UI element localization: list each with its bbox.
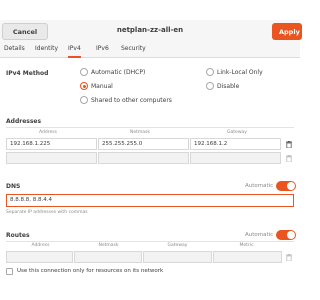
route-metric-input[interactable] — [213, 251, 282, 263]
routes-automatic-label: Automatic — [245, 232, 274, 238]
delete-route-icon — [286, 254, 292, 261]
header-bar: Cancel netplan-zz-all-en Apply — [0, 20, 302, 44]
tab-ipv6[interactable]: IPv6 — [96, 45, 109, 57]
ipv4-method-label: IPv4 Method — [6, 70, 49, 77]
address-input-2[interactable] — [6, 152, 97, 164]
column-address: Address — [39, 130, 57, 135]
routes-column-gateway: Gateway — [167, 243, 188, 248]
routes-local-only-checkbox[interactable] — [6, 268, 13, 275]
tab-ipv4[interactable]: IPv4 — [68, 45, 81, 58]
dns-automatic-toggle[interactable] — [276, 181, 296, 191]
route-gateway-input[interactable] — [143, 251, 212, 263]
radio-manual[interactable] — [80, 82, 88, 90]
routes-divider — [6, 241, 294, 242]
tab-details[interactable]: Details — [4, 45, 25, 57]
delete-address-icon[interactable] — [286, 141, 292, 148]
gateway-input-2[interactable] — [190, 152, 281, 164]
tab-identity[interactable]: Identity — [35, 45, 58, 57]
column-gateway: Gateway — [227, 130, 247, 135]
dns-input[interactable]: 8.8.8.8, 8.8.4.4 — [6, 194, 294, 207]
column-netmask: Netmask — [130, 130, 150, 135]
delete-address-empty-icon — [286, 155, 292, 162]
route-address-input[interactable] — [6, 251, 73, 263]
gateway-input-1[interactable]: 192.168.1.2 — [190, 138, 281, 150]
addresses-label: Addresses — [6, 118, 42, 125]
apply-button[interactable]: Apply — [272, 23, 302, 40]
tab-bar: Details Identity IPv4 IPv6 Security — [0, 44, 300, 58]
netmask-input-1[interactable]: 255.255.255.0 — [98, 138, 189, 150]
dns-hint: Separate IP addresses with commas — [6, 210, 88, 215]
option-shared-label: Shared to other computers — [91, 97, 172, 104]
routes-column-netmask: Netmask — [98, 243, 119, 248]
radio-link-local-only[interactable] — [206, 68, 214, 76]
route-netmask-input[interactable] — [74, 251, 142, 263]
radio-shared[interactable] — [80, 96, 88, 104]
window-title: netplan-zz-all-en — [116, 26, 184, 34]
radio-automatic-dhcp[interactable] — [80, 68, 88, 76]
netmask-input-2[interactable] — [98, 152, 189, 164]
cancel-button[interactable]: Cancel — [2, 23, 48, 40]
routes-column-metric: Metric — [239, 243, 254, 248]
routes-local-only-label: Use this connection only for resources o… — [17, 268, 164, 274]
option-link-local-only-label: Link-Local Only — [217, 69, 263, 76]
option-disable-label: Disable — [217, 83, 240, 90]
dns-automatic-label: Automatic — [245, 183, 274, 189]
routes-label: Routes — [6, 232, 30, 239]
option-manual-label: Manual — [91, 83, 113, 90]
tab-security[interactable]: Security — [121, 45, 146, 57]
address-input-1[interactable]: 192.168.1.225 — [6, 138, 97, 150]
radio-disable[interactable] — [206, 82, 214, 90]
addresses-divider — [6, 127, 294, 128]
routes-column-address: Address — [31, 243, 50, 248]
routes-automatic-toggle[interactable] — [276, 230, 296, 240]
option-automatic-dhcp-label: Automatic (DHCP) — [91, 69, 146, 76]
dns-label: DNS — [6, 183, 21, 190]
